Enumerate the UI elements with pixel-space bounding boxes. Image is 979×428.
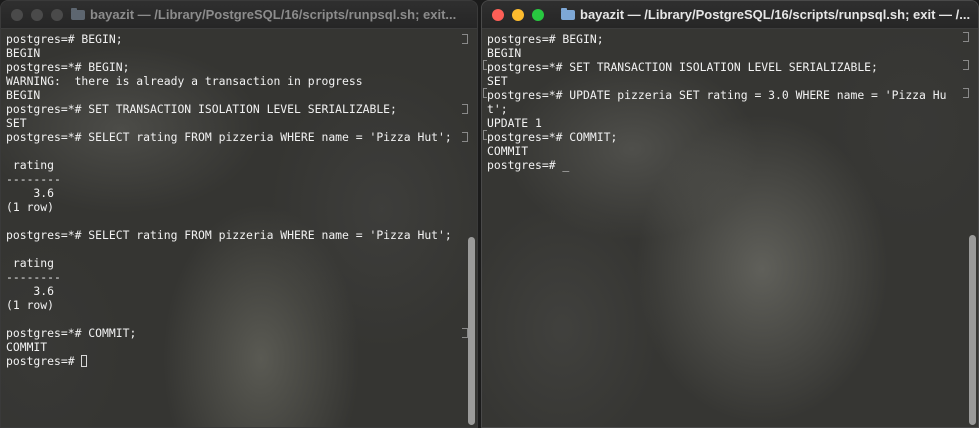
mark-bracket-icon: [462, 132, 468, 142]
terminal-line: --------: [6, 172, 61, 186]
terminal-line: BEGIN: [6, 88, 41, 102]
minimize-button[interactable]: [512, 9, 524, 21]
folder-icon: [561, 8, 575, 20]
terminal-line: postgres=*# SET TRANSACTION ISOLATION LE…: [487, 60, 878, 74]
scrollbar[interactable]: [969, 235, 976, 425]
window-title: bayazit — /Library/PostgreSQL/16/scripts…: [90, 7, 457, 22]
terminal-line: WARNING: there is already a transaction …: [6, 74, 363, 88]
terminal-line: postgres=*# BEGIN;: [6, 60, 130, 74]
cursor-block: [81, 355, 88, 367]
terminal-output[interactable]: postgres=# BEGIN; BEGIN postgres=*# BEGI…: [1, 29, 477, 427]
mark-bracket-icon: [483, 88, 487, 98]
terminal-line: postgres=# BEGIN;: [487, 32, 604, 46]
terminal-lines: postgres=# BEGIN; BEGIN postgres=*# SET …: [487, 32, 962, 172]
terminal-line: rating: [6, 256, 55, 270]
minimize-button[interactable]: [31, 9, 43, 21]
title-bar[interactable]: bayazit — /Library/PostgreSQL/16/scripts…: [482, 1, 978, 29]
terminal-line: COMMIT: [487, 144, 529, 158]
prompt-line[interactable]: postgres=# _: [487, 158, 962, 172]
title-bar[interactable]: bayazit — /Library/PostgreSQL/16/scripts…: [1, 1, 477, 29]
terminal-line: UPDATE 1: [487, 116, 542, 130]
mark-bracket-icon: [963, 32, 969, 42]
terminal-line: SET: [6, 116, 27, 130]
terminal-line: SET: [487, 74, 508, 88]
mark-bracket-icon: [462, 104, 468, 114]
mark-bracket-icon: [462, 34, 468, 44]
zoom-button[interactable]: [532, 9, 544, 21]
terminal-line: postgres=*# SET TRANSACTION ISOLATION LE…: [6, 102, 397, 116]
terminal-window-right[interactable]: bayazit — /Library/PostgreSQL/16/scripts…: [481, 0, 979, 428]
terminal-line: 3.6: [6, 186, 55, 200]
scrollbar[interactable]: [468, 237, 475, 425]
prompt-line[interactable]: postgres=#: [6, 354, 461, 368]
mark-bracket-icon: [963, 60, 969, 70]
close-button[interactable]: [11, 9, 23, 21]
terminal-line: postgres=*# UPDATE pizzeria SET rating =…: [487, 88, 947, 102]
terminal-lines: postgres=# BEGIN; BEGIN postgres=*# BEGI…: [6, 32, 461, 368]
mark-bracket-icon: [963, 88, 969, 98]
terminal-line: postgres=# BEGIN;: [6, 32, 123, 46]
mark-bracket-icon: [483, 130, 487, 140]
terminal-line: BEGIN: [487, 46, 522, 60]
terminal-line: (1 row): [6, 200, 55, 214]
terminal-line: postgres=*# SELECT rating FROM pizzeria …: [6, 130, 452, 144]
window-title: bayazit — /Library/PostgreSQL/16/scripts…: [580, 7, 971, 22]
folder-icon: [71, 8, 85, 20]
terminal-line: COMMIT: [6, 340, 48, 354]
prompt-text: postgres=#: [6, 354, 82, 368]
terminal-output[interactable]: postgres=# BEGIN; BEGIN postgres=*# SET …: [482, 29, 978, 427]
terminal-line: postgres=*# COMMIT;: [487, 130, 618, 144]
terminal-line: postgres=*# SELECT rating FROM pizzeria …: [6, 228, 452, 242]
terminal-line: --------: [6, 270, 61, 284]
terminal-line: t';: [487, 102, 508, 116]
terminal-line: BEGIN: [6, 46, 41, 60]
terminal-line: (1 row): [6, 298, 55, 312]
close-button[interactable]: [492, 9, 504, 21]
zoom-button[interactable]: [51, 9, 63, 21]
terminal-line: rating: [6, 158, 55, 172]
terminal-window-left[interactable]: bayazit — /Library/PostgreSQL/16/scripts…: [0, 0, 478, 428]
terminal-line: 3.6: [6, 284, 55, 298]
terminal-line: postgres=*# COMMIT;: [6, 326, 137, 340]
mark-bracket-icon: [483, 60, 487, 70]
